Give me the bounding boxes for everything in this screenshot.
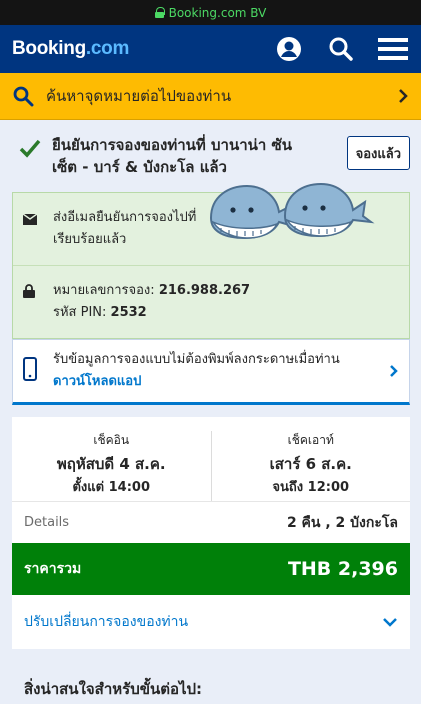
checkout-date: เสาร์ 6 ส.ค.: [269, 455, 352, 473]
details-label: Details: [24, 515, 70, 530]
search-icon[interactable]: [325, 33, 357, 65]
next-steps-heading: สิ่งน่าสนใจสำหรับขั้นต่อไป:: [24, 680, 203, 698]
lock-icon: [154, 7, 165, 18]
pin-label: รหัส PIN:: [53, 305, 107, 320]
booking-number-label: หมายเลขการจอง:: [53, 283, 155, 298]
search-destination-bar[interactable]: ค้นหาจุดหมายต่อไปของท่าน: [0, 73, 421, 120]
booked-button[interactable]: จองแล้ว: [346, 136, 410, 170]
menu-icon[interactable]: [377, 33, 409, 65]
checkout-label: เช็คเอาท์: [287, 433, 334, 447]
booking-logo[interactable]: Booking.com: [12, 38, 129, 60]
details-value: 2 คืน , 2 บังกะโล: [286, 514, 398, 531]
change-booking-label: ปรับเปลี่ยนการจองของท่าน: [24, 614, 189, 630]
browser-url-bar: Booking.com BV: [0, 0, 421, 25]
download-app-banner[interactable]: รับข้อมูลการจองแบบไม่ต้องพิมพ์ลงกระดาษเม…: [12, 339, 410, 405]
checkin-block: เช็คอิน พฤหัสบดี 4 ส.ค. ตั้งแต่ 14:00: [12, 431, 211, 501]
envelope-icon: [22, 213, 38, 225]
lock-icon: [23, 284, 35, 298]
change-booking-button[interactable]: ปรับเปลี่ยนการจองของท่าน: [12, 595, 410, 649]
whale-sticker-right: [283, 182, 375, 238]
smartphone-icon: [23, 357, 37, 381]
booking-info: หมายเลขการจอง: 216.988.267 รหัส PIN: 253…: [13, 265, 409, 338]
chevron-down-icon: [383, 618, 397, 627]
checkin-date: พฤหัสบดี 4 ส.ค.: [56, 455, 166, 473]
search-icon: [13, 86, 34, 107]
booking-number: 216.988.267: [158, 283, 251, 298]
total-value: THB 2,396: [287, 558, 398, 580]
pin-code: 2532: [110, 305, 147, 320]
email-notice-line2: เรียบร้อยแล้ว: [53, 232, 127, 247]
checkout-time: จนถึง 12:00: [272, 480, 350, 495]
app-header: Booking.com: [0, 25, 421, 73]
stay-details: Details 2 คืน , 2 บังกะโล: [12, 501, 410, 543]
chevron-right-icon: [399, 89, 408, 103]
total-price: ราคารวม THB 2,396: [12, 543, 410, 595]
whale-sticker-left: [209, 184, 296, 240]
search-label: ค้นหาจุดหมายต่อไปของท่าน: [46, 87, 232, 105]
confirmation-text: ยืนยันการจองของท่านที่ บานาน่า ซันเซ็ต -…: [52, 136, 292, 176]
chevron-right-icon: [390, 365, 398, 377]
total-label: ราคารวม: [24, 561, 82, 577]
checkout-block: เช็คเอาท์ เสาร์ 6 ส.ค. จนถึง 12:00: [210, 431, 411, 501]
stay-dates: เช็คอิน พฤหัสบดี 4 ส.ค. ตั้งแต่ 14:00 เช…: [12, 417, 410, 501]
account-icon[interactable]: [273, 33, 305, 65]
email-notice-line1: ส่งอีเมลยืนยันการจองไปที่: [53, 210, 197, 225]
whale-stickers: [209, 182, 375, 240]
checkmark-icon: [19, 139, 41, 158]
checkin-time: ตั้งแต่ 14:00: [72, 480, 151, 495]
url-domain: Booking.com BV: [168, 5, 267, 20]
download-app-link[interactable]: ดาวน์โหลดแอป: [53, 371, 389, 393]
app-promo-text: รับข้อมูลการจองแบบไม่ต้องพิมพ์ลงกระดาษเม…: [53, 352, 340, 367]
checkin-label: เช็คอิน: [93, 433, 130, 447]
